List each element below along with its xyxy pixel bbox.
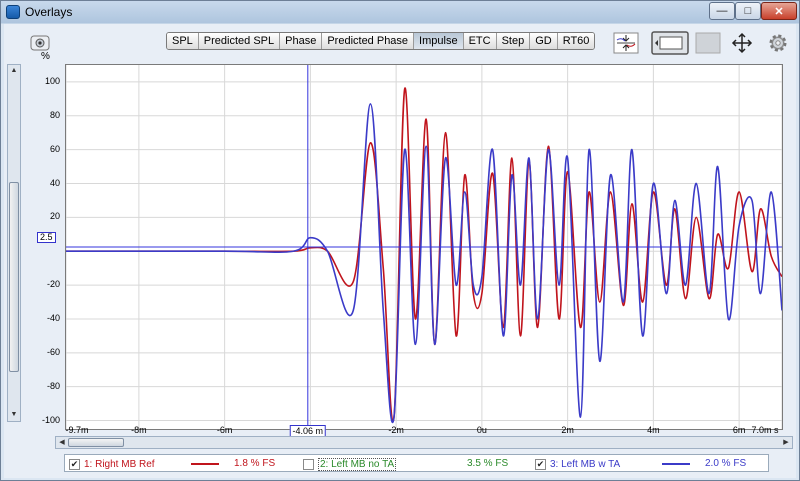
- maximize-icon: □: [744, 5, 752, 17]
- legend-3-checkbox[interactable]: ✔: [535, 458, 546, 470]
- tab-rt60[interactable]: RT60: [557, 33, 595, 49]
- tab-phase[interactable]: Phase: [280, 33, 323, 49]
- capture-icon: [30, 35, 50, 51]
- app-icon: [6, 5, 20, 19]
- legend-item-2[interactable]: 2: Left MB no TA: [303, 457, 397, 471]
- cursor-y-readout: 2.5: [37, 232, 56, 243]
- y-tick-label: -60: [46, 346, 60, 357]
- scroll-down-icon[interactable]: ▼: [8, 409, 20, 421]
- legend-1-line: [191, 463, 219, 465]
- y-tick-label: 100: [44, 75, 60, 86]
- tab-impulse[interactable]: Impulse: [414, 33, 464, 49]
- y-tick-label: 60: [49, 143, 60, 154]
- legend-2-fs: 3.5 % FS: [467, 458, 509, 469]
- y-axis-labels: 100 80 60 40 20 -20 -40 -60 -80 -100: [24, 64, 64, 430]
- minimize-icon: —: [716, 5, 728, 17]
- overlays-panel: SPL Predicted SPL Phase Predicted Phase Impu…: [4, 24, 796, 478]
- monitor-icon: [651, 31, 689, 55]
- impulse-plot[interactable]: [65, 64, 783, 430]
- blank-panel-button[interactable]: [694, 30, 722, 56]
- gear-icon: [769, 34, 787, 52]
- check-icon: ✔: [70, 458, 79, 469]
- tab-gd[interactable]: GD: [530, 33, 558, 49]
- overlay-arrows-button[interactable]: [612, 30, 640, 56]
- x-tick-label: 7.0m s: [751, 425, 779, 435]
- minimize-button[interactable]: —: [709, 2, 735, 20]
- x-tick-label: -9.7m: [65, 425, 89, 435]
- horizontal-scroll-thumb[interactable]: [68, 438, 124, 447]
- vertical-scrollbar[interactable]: ▲ ▼: [7, 64, 21, 422]
- legend-1-checkbox[interactable]: ✔: [69, 458, 80, 470]
- close-icon: ✕: [774, 5, 784, 18]
- monitor-button[interactable]: [650, 30, 690, 56]
- x-tick-label: -2m: [388, 425, 404, 435]
- check-icon: ✔: [536, 458, 545, 469]
- y-tick-label: 80: [49, 109, 60, 120]
- x-tick-label: 4m: [647, 425, 660, 435]
- tab-etc[interactable]: ETC: [463, 33, 497, 49]
- y-axis-unit: %: [41, 51, 50, 62]
- x-tick-label: 6m: [732, 425, 746, 435]
- maximize-button[interactable]: □: [735, 2, 761, 20]
- overlays-window: Overlays — □ ✕ SPL Predicted SPL Phase Pred…: [0, 0, 800, 481]
- legend-item-3[interactable]: ✔ 3: Left MB w TA: [535, 457, 620, 471]
- graph-type-tabs: SPL Predicted SPL Phase Predicted Phase Impu…: [166, 32, 596, 50]
- x-tick-label: 2m: [561, 425, 574, 435]
- title-bar[interactable]: Overlays — □ ✕: [1, 1, 799, 23]
- y-tick-label: 40: [49, 177, 60, 188]
- legend-3-label: 3: Left MB w TA: [550, 458, 621, 470]
- y-tick-label: -100: [41, 414, 60, 425]
- close-button[interactable]: ✕: [761, 2, 797, 20]
- y-tick-label: -40: [46, 312, 60, 323]
- series-line-1: [66, 87, 782, 422]
- tab-predicted-phase[interactable]: Predicted Phase: [322, 33, 415, 49]
- legend-item-1[interactable]: ✔ 1: Right MB Ref: [69, 457, 155, 471]
- overlay-arrows-icon: [613, 32, 639, 54]
- blank-panel-icon: [695, 32, 721, 54]
- scroll-left-icon[interactable]: ◀: [56, 437, 68, 448]
- move-arrows-button[interactable]: [728, 30, 756, 56]
- y-tick-label: -20: [46, 279, 60, 290]
- legend: ✔ 1: Right MB Ref 1.8 % FS 2: Left MB no…: [64, 454, 769, 472]
- x-tick-label: -6m: [216, 425, 233, 435]
- settings-button[interactable]: [764, 30, 792, 56]
- window-title: Overlays: [25, 5, 73, 19]
- horizontal-scrollbar[interactable]: ◀ ▶: [55, 436, 793, 449]
- legend-3-line: [662, 463, 690, 465]
- scroll-right-icon[interactable]: ▶: [780, 437, 792, 448]
- y-tick-label: -80: [46, 380, 60, 391]
- y-tick-label: 20: [49, 211, 60, 222]
- tab-spl[interactable]: SPL: [167, 33, 199, 49]
- legend-2-checkbox[interactable]: [303, 458, 314, 470]
- legend-3-fs: 2.0 % FS: [705, 458, 747, 469]
- vertical-scroll-thumb[interactable]: [9, 182, 19, 372]
- scroll-up-icon[interactable]: ▲: [8, 65, 20, 77]
- legend-1-label: 1: Right MB Ref: [84, 458, 155, 470]
- move-arrows-icon: [731, 32, 753, 54]
- tab-predicted-spl[interactable]: Predicted SPL: [198, 33, 281, 49]
- x-tick-label: -8m: [131, 425, 147, 435]
- legend-1-fs: 1.8 % FS: [234, 458, 276, 469]
- tab-step[interactable]: Step: [496, 33, 531, 49]
- impulse-chart[interactable]: [66, 65, 782, 429]
- legend-2-label: 2: Left MB no TA: [318, 457, 397, 471]
- x-tick-label: 0u: [476, 425, 487, 435]
